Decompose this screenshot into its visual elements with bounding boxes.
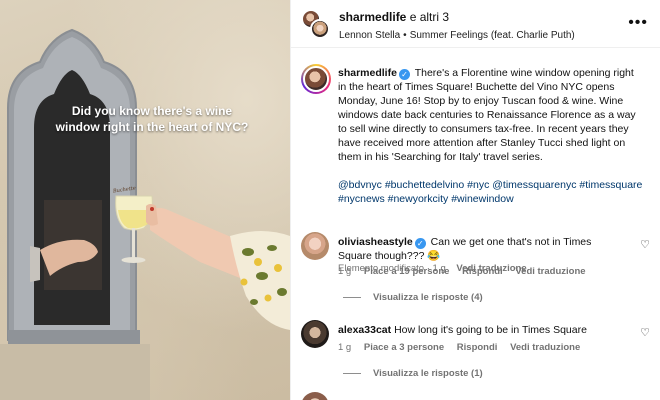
comment-actions: 1 g Piace a 3 persone Rispondi Vedi trad… [338,342,590,353]
comment-age: 1 g [338,266,352,277]
avatar[interactable] [301,232,329,260]
comment-likes-link[interactable]: Piace a 3 persone [364,342,444,353]
caption-body: There's a Florentine wine window opening… [338,67,636,163]
audio-separator: • [403,30,407,41]
photo-caption-overlay: Did you know there's a wine window right… [55,104,249,134]
caption-hashtags[interactable]: @bdvnyc #buchettedelvino #nyc @timessqua… [338,178,644,206]
coauthor-avatars[interactable] [301,9,330,39]
avatar [310,19,330,39]
wine-window-illustration [0,28,290,400]
comment-username[interactable]: oliviasheastyle [338,236,413,248]
comment-text: alexa33cat How long it's going to be in … [338,323,628,337]
verified-badge-icon: ✓ [414,238,426,249]
view-replies-label: Visualizza le risposte (4) [373,292,483,303]
avatar[interactable] [301,392,329,400]
reply-button[interactable]: Rispondi [462,266,503,277]
caption-text: sharmedlife ✓ There's a Florentine wine w… [338,66,644,206]
see-translation-link[interactable]: Vedi traduzione [515,266,585,277]
view-replies-button[interactable]: Visualizza le risposte (4) [343,292,483,303]
verified-badge-icon: ✓ [398,69,410,80]
comment-actions: 1 g Piace a 19 persone Rispondi Vedi tra… [338,266,596,277]
avatar[interactable] [301,64,331,94]
audio-artist: Lennon Stella [339,30,401,41]
reply-button[interactable]: Rispondi [457,342,498,353]
comment-text: oliviasheastyle ✓ Can we get one that's n… [338,235,628,263]
replies-line [343,296,361,298]
view-replies-label: Visualizza le risposte (1) [373,368,483,379]
see-translation-link[interactable]: Vedi traduzione [510,342,580,353]
replies-line [343,372,361,374]
post-author-line[interactable]: sharmedlife e altri 3 [339,10,449,24]
coauthors-label[interactable]: e altri 3 [410,10,449,24]
comment-likes-link[interactable]: Piace a 19 persone [364,266,450,277]
avatar[interactable] [301,320,329,348]
post-header: sharmedlife e altri 3 Lennon Stella • Summ… [291,0,660,48]
author-username[interactable]: sharmedlife [339,10,406,24]
like-heart-icon[interactable]: ♡ [640,238,650,251]
post-details-panel: sharmedlife e altri 3 Lennon Stella • Summ… [291,0,660,400]
comment-age: 1 g [338,342,352,353]
comment-username[interactable]: alexa33cat [338,324,391,336]
like-heart-icon[interactable]: ♡ [640,326,650,339]
more-options-icon[interactable]: ••• [628,14,648,32]
comment-body: How long it's going to be in Times Squar… [394,324,587,336]
audio-track: Summer Feelings (feat. Charlie Puth) [409,30,575,41]
post-photo[interactable]: Did you know there's a wine window right… [0,0,290,400]
audio-attribution[interactable]: Lennon Stella • Summer Feelings (feat. Cha… [339,30,575,41]
caption-username[interactable]: sharmedlife [338,67,397,79]
view-replies-button[interactable]: Visualizza le risposte (1) [343,368,483,379]
